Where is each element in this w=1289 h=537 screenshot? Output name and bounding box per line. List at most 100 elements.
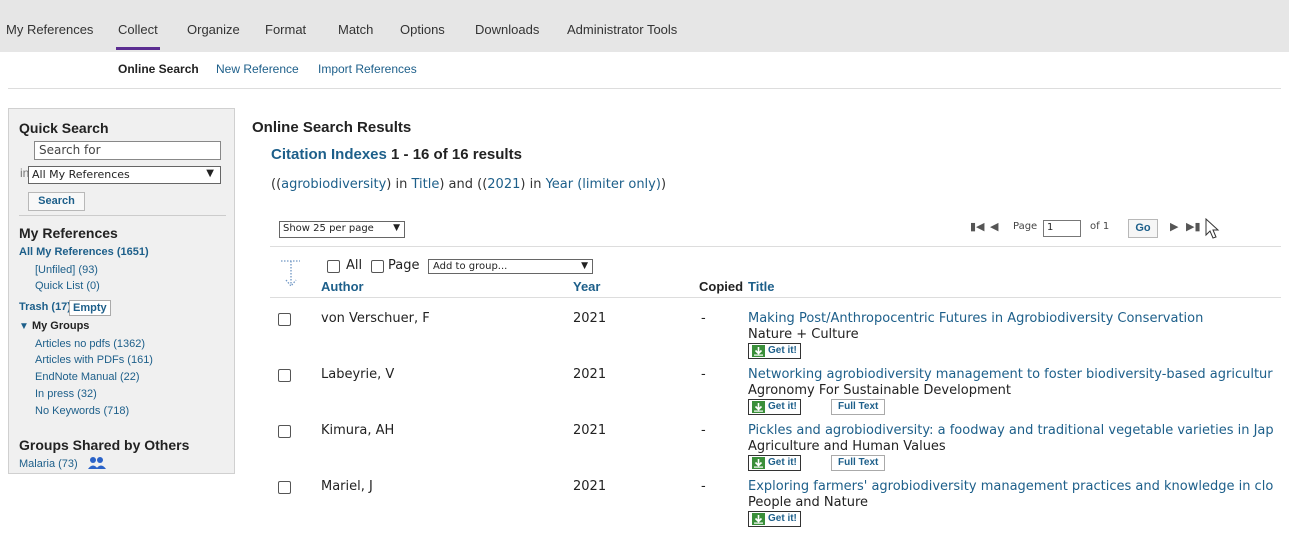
table-row: von Verschuer, F 2021 - Making Post/Anth… [0, 311, 1289, 369]
row-title-link[interactable]: Pickles and agrobiodiversity: a foodway … [748, 423, 1274, 438]
row-journal: People and Nature [748, 495, 868, 510]
row-year: 2021 [573, 311, 607, 326]
column-header-title[interactable]: Title [748, 279, 775, 294]
nav-collect[interactable]: Collect [116, 22, 160, 50]
get-it-button[interactable]: Get it! [748, 511, 801, 527]
get-it-label: Get it! [768, 457, 797, 468]
nav-match[interactable]: Match [338, 22, 373, 37]
chevron-down-icon: ▼ [393, 223, 400, 233]
chevron-down-icon: ▼ [581, 261, 588, 271]
full-text-button[interactable]: Full Text [831, 455, 886, 471]
add-to-group-value: Add to group... [433, 261, 508, 272]
row-author: Kimura, AH [321, 423, 395, 438]
column-header-year[interactable]: Year [573, 279, 600, 294]
query-field: Title [411, 177, 440, 192]
column-header-author[interactable]: Author [321, 279, 364, 294]
download-icon [752, 401, 765, 413]
table-top-rule [270, 246, 1281, 247]
row-checkbox[interactable] [278, 313, 291, 326]
add-to-group-select[interactable]: Add to group... ▼ [428, 259, 593, 274]
row-title-link[interactable]: Making Post/Anthropocentric Futures in A… [748, 311, 1203, 326]
row-title-link[interactable]: Exploring farmers' agrobiodiversity mana… [748, 479, 1273, 494]
row-title-cell: Networking agrobiodiversity management t… [748, 367, 1281, 425]
download-icon [752, 513, 765, 525]
nav-administrator-tools[interactable]: Administrator Tools [567, 22, 677, 37]
page-label: Page [1013, 221, 1038, 232]
sidebar-all-references[interactable]: All My References (1651) [19, 246, 149, 258]
select-all-label: All [346, 258, 363, 273]
query-term: agrobiodiversity [281, 177, 387, 192]
row-checkbox[interactable] [278, 481, 291, 494]
query-part: ) in [520, 177, 546, 192]
row-author: Labeyrie, V [321, 367, 395, 382]
query-text: ((agrobiodiversity) in Title) and ((2021… [271, 177, 666, 192]
get-it-label: Get it! [768, 401, 797, 412]
nav-format[interactable]: Format [265, 22, 306, 37]
download-icon [752, 345, 765, 357]
full-text-button[interactable]: Full Text [831, 399, 886, 415]
page-number-input[interactable]: 1 [1043, 220, 1081, 237]
row-copied: - [701, 311, 706, 326]
table-row: Kimura, AH 2021 - Pickles and agrobiodiv… [0, 423, 1289, 481]
query-term: 2021 [487, 177, 521, 192]
get-it-label: Get it! [768, 513, 797, 524]
sidebar-quick-list[interactable]: Quick List (0) [35, 280, 100, 292]
per-page-select[interactable]: Show 25 per page ▼ [279, 221, 405, 238]
results-count: 1 - 16 of 16 results [391, 146, 522, 163]
query-field: Year (limiter only) [545, 177, 661, 192]
get-it-button[interactable]: Get it! [748, 455, 801, 471]
last-page-icon[interactable]: ▶▮ [1186, 220, 1201, 233]
download-icon [752, 457, 765, 469]
row-title-link[interactable]: Networking agrobiodiversity management t… [748, 367, 1273, 382]
row-copied: - [701, 479, 706, 494]
search-button[interactable]: Search [28, 192, 85, 211]
get-it-button[interactable]: Get it! [748, 399, 801, 415]
row-title-cell: Making Post/Anthropocentric Futures in A… [748, 311, 1281, 369]
page-title: Online Search Results [252, 119, 412, 136]
top-nav-bar: My References Collect Organize Format Ma… [0, 0, 1289, 52]
row-checkbox[interactable] [278, 425, 291, 438]
column-header-copied: Copied [699, 279, 744, 294]
row-copied: - [701, 367, 706, 382]
dotted-arrow-icon [281, 260, 300, 288]
next-page-icon[interactable]: ▶ [1170, 220, 1178, 233]
row-year: 2021 [573, 423, 607, 438]
row-journal: Agriculture and Human Values [748, 439, 946, 454]
per-page-value: Show 25 per page [283, 223, 374, 234]
row-title-cell: Pickles and agrobiodiversity: a foodway … [748, 423, 1281, 481]
row-author: von Verschuer, F [321, 311, 430, 326]
page-of-label: of 1 [1090, 221, 1110, 232]
select-all-checkbox[interactable] [327, 260, 340, 273]
get-it-label: Get it! [768, 345, 797, 356]
go-button[interactable]: Go [1128, 219, 1158, 238]
row-checkbox[interactable] [278, 369, 291, 382]
row-year: 2021 [573, 367, 607, 382]
nav-downloads[interactable]: Downloads [475, 22, 539, 37]
row-title-cell: Exploring farmers' agrobiodiversity mana… [748, 479, 1281, 527]
results-summary: Citation Indexes 1 - 16 of 16 results [271, 146, 522, 163]
nav-organize[interactable]: Organize [187, 22, 240, 37]
subnav-online-search[interactable]: Online Search [118, 62, 199, 76]
query-part: ) in [386, 177, 412, 192]
query-part: (( [271, 177, 282, 192]
query-part: ) [660, 177, 667, 192]
table-row: Mariel, J 2021 - Exploring farmers' agro… [0, 479, 1289, 537]
select-page-label: Page [388, 258, 420, 273]
row-year: 2021 [573, 479, 607, 494]
table-row: Labeyrie, V 2021 - Networking agrobiodiv… [0, 367, 1289, 425]
sidebar-unfiled[interactable]: [Unfiled] (93) [35, 264, 98, 276]
chevron-down-icon: ▼ [206, 168, 214, 179]
row-journal: Nature + Culture [748, 327, 859, 342]
subnav-divider [8, 88, 1281, 89]
get-it-button[interactable]: Get it! [748, 343, 801, 359]
nav-my-references[interactable]: My References [6, 22, 93, 37]
select-page-checkbox[interactable] [371, 260, 384, 273]
subnav-import-references[interactable]: Import References [318, 62, 417, 76]
search-input[interactable]: Search for [34, 141, 221, 160]
search-scope-select[interactable]: All My References ▼ [28, 166, 221, 184]
first-page-icon[interactable]: ▮◀ [970, 220, 985, 233]
prev-page-icon[interactable]: ◀ [990, 220, 998, 233]
subnav-new-reference[interactable]: New Reference [216, 62, 299, 76]
row-copied: - [701, 423, 706, 438]
nav-options[interactable]: Options [400, 22, 445, 37]
